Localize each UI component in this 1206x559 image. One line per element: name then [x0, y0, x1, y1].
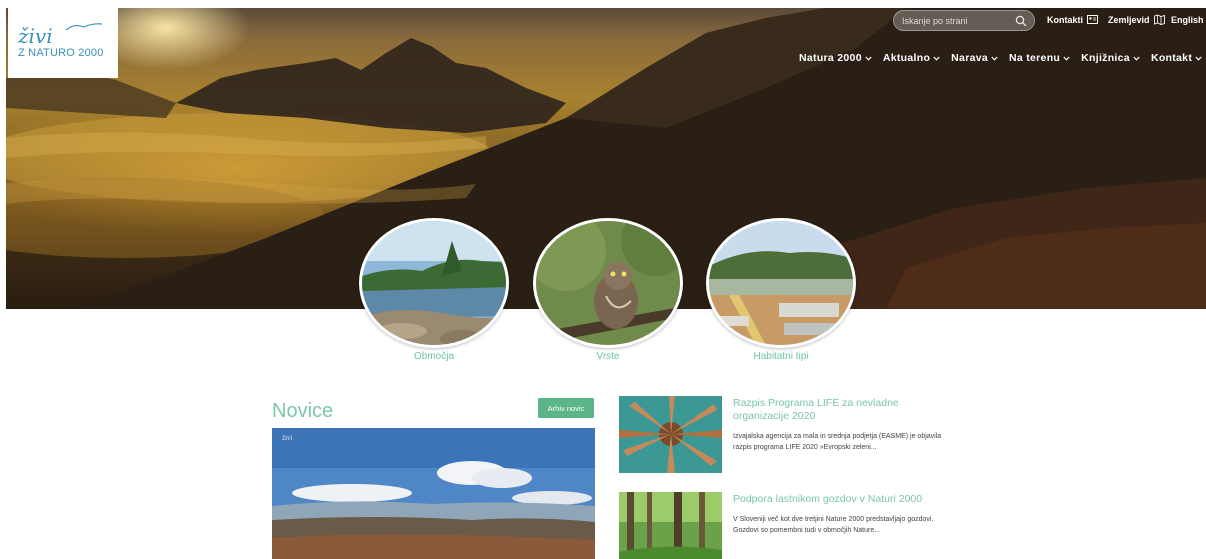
news-item-thumbnail[interactable]: [619, 396, 722, 473]
nav-item-narava[interactable]: Narava: [951, 52, 998, 64]
nav-item-kontakt[interactable]: Kontakt: [1151, 52, 1202, 64]
nav-item-natura-2000[interactable]: Natura 2000: [799, 52, 872, 64]
chevron-down-icon: [991, 56, 998, 61]
category-habitat-types-label: Habitatni tipi: [753, 351, 809, 362]
news-item-title[interactable]: Razpis Programa LIFE za nevladne organiz…: [733, 397, 953, 423]
nav-item-label: Kontakt: [1150, 52, 1193, 64]
nav-item-label: Na terenu: [1009, 52, 1061, 64]
main-navigation: Natura 2000 Aktualno Narava Na terenu Kn…: [799, 52, 1202, 64]
chevron-down-icon: [1195, 56, 1202, 61]
featured-news-image[interactable]: živi: [272, 428, 595, 559]
news-heading: Novice: [272, 400, 334, 422]
news-item-title[interactable]: Podpora lastnikom gozdov v Naturi 2000: [733, 493, 953, 506]
language-link[interactable]: English: [1171, 14, 1206, 25]
chevron-down-icon: [1063, 56, 1070, 61]
nav-item-label: Natura 2000: [799, 52, 862, 64]
svg-text:živi: živi: [282, 435, 292, 442]
category-habitat-types-image: [706, 218, 856, 348]
category-habitat-types[interactable]: Habitatni tipi: [706, 218, 856, 362]
contacts-label: Kontakti: [1047, 14, 1083, 25]
news-item[interactable]: Podpora lastnikom gozdov v Naturi 2000 V…: [619, 492, 959, 559]
language-label: English: [1171, 14, 1204, 25]
search-icon[interactable]: [1015, 15, 1027, 27]
category-areas-label: Območja: [413, 351, 454, 362]
site-logo[interactable]: živi Z NATURO 2000: [8, 8, 118, 78]
category-species-image: [533, 218, 683, 348]
nav-item-label: Narava: [951, 52, 988, 64]
chevron-down-icon: [865, 56, 872, 61]
page: živi Z NATURO 2000 Kontakti Zemljevid En…: [0, 0, 1206, 559]
nav-item-aktualno[interactable]: Aktualno: [883, 52, 940, 64]
news-item-excerpt: Izvajalska agencija za mala in srednja p…: [733, 433, 942, 451]
chevron-down-icon: [1133, 56, 1140, 61]
logo-subtitle: Z NATURO 2000: [18, 47, 104, 59]
nav-item-label: Knjižnica: [1081, 52, 1130, 64]
map-label: Zemljevid: [1108, 14, 1150, 25]
chevron-down-icon: [933, 56, 940, 61]
nav-item-na-terenu[interactable]: Na terenu: [1009, 52, 1070, 64]
category-species[interactable]: Vrste: [533, 218, 683, 362]
map-icon: [1153, 14, 1165, 25]
news-item-thumbnail[interactable]: [619, 492, 722, 559]
bird-logo-icon: [65, 23, 103, 31]
nav-item-knjiznica[interactable]: Knjižnica: [1081, 52, 1140, 64]
news-item[interactable]: Razpis Programa LIFE za nevladne organiz…: [619, 396, 959, 476]
map-link[interactable]: Zemljevid: [1108, 14, 1165, 25]
category-areas[interactable]: Območja: [359, 218, 509, 362]
news-item-excerpt: V Sloveniji več kot dve tretjini Nature …: [733, 516, 934, 534]
contact-card-icon: [1087, 15, 1098, 24]
search-box[interactable]: [893, 10, 1035, 31]
search-input[interactable]: [902, 15, 1012, 26]
contacts-link[interactable]: Kontakti: [1047, 14, 1098, 25]
category-areas-image: [359, 218, 509, 348]
news-archive-button[interactable]: Arhiv novic: [538, 398, 594, 418]
nav-item-label: Aktualno: [882, 52, 931, 64]
category-species-label: Vrste: [596, 351, 620, 362]
